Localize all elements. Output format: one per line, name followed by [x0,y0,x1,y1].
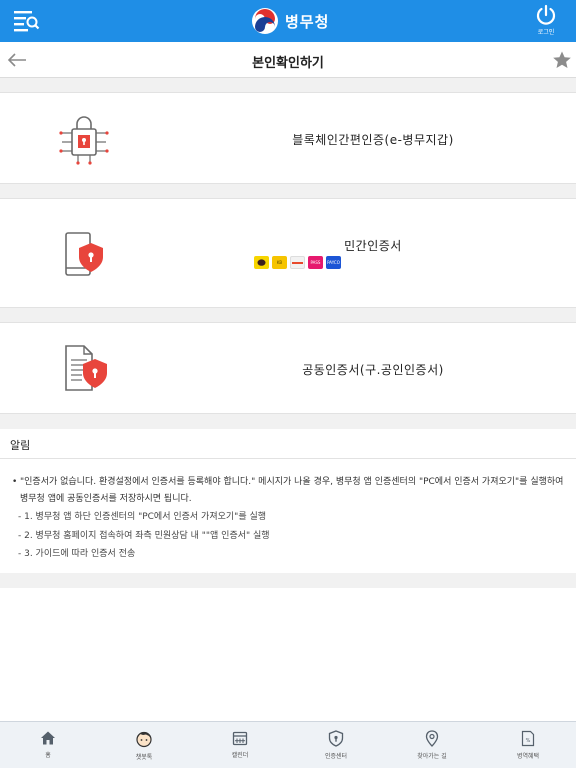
payco-badge-text: PAYCO [327,260,340,265]
mma-logo[interactable]: 병무청 [250,6,329,36]
card-label: 민간인증서 [344,239,402,253]
bottom-tab-bar: 홈 챗봇톡 캘린더 인증센터 찾아가는 길 % 병역혜택 [0,721,576,768]
toss-badge [290,256,305,269]
tab-label: 캘린더 [231,752,249,759]
login-button[interactable]: 로그인 [528,4,564,40]
blockchain-auth-card[interactable]: 블록체인간편인증(e-병무지갑) [0,92,576,184]
tab-home[interactable]: 홈 [0,722,96,768]
notice-header: 알림 [0,429,576,459]
logo-text: 병무청 [285,12,330,31]
blockchain-lock-icon [59,116,109,165]
calendar-icon [232,731,248,746]
page-titlebar: 본인확인하기 [0,42,576,78]
section-gap [0,308,576,322]
kb-badge: KB [272,256,287,269]
benefit-document-icon: % [521,730,535,747]
private-cert-card[interactable]: 민간인증서 KB PASS PAYCO [0,198,576,308]
taegeuk-logo-icon [252,8,278,34]
notice-step: - 2. 병무청 홈페이지 접속하여 좌측 민원상담 내 ""앱 인증서" 실행 [18,531,270,541]
tab-calendar[interactable]: 캘린더 [192,722,288,768]
notice-step: - 3. 가이드에 따라 인증서 전송 [18,549,136,559]
section-gap [0,78,576,92]
notice-title: 알림 [10,439,31,452]
tab-auth-center[interactable]: 인증센터 [288,722,384,768]
kakao-badge [254,256,269,269]
payco-badge: PAYCO [326,256,341,269]
svg-text:%: % [526,738,531,744]
card-label: 공동인증서(구.공인인증서) [302,363,444,377]
private-cert-provider-list: KB PASS PAYCO [254,256,341,269]
card-label: 블록체인간편인증(e-병무지갑) [292,133,454,147]
tab-label: 인증센터 [324,753,348,760]
section-gap [0,414,576,429]
tab-label: 병역혜택 [516,753,540,760]
tab-label: 찾아가는 길 [417,753,447,760]
kakao-chat-icon [257,258,266,266]
notice-message: "인증서가 없습니다. 환경설정에서 인증서를 등록해야 합니다." 메시지가 … [20,477,564,504]
home-icon [41,731,55,745]
menu-search-icon[interactable] [12,9,40,33]
notice-step: - 1. 병무청 앱 하단 인증센터의 "PC에서 인증서 가져오기"를 실행 [18,512,267,522]
tab-label: 챗봇톡 [135,754,153,761]
notice-body: • "인증서가 없습니다. 환경설정에서 인증서를 등록해야 합니다." 메시지… [0,460,576,573]
location-pin-icon [425,730,439,747]
pass-badge: PASS [308,256,323,269]
page-title: 본인확인하기 [252,56,324,71]
section-gap [0,573,576,588]
notice-main-text: • "인증서가 없습니다. 환경설정에서 인증서를 등록해야 합니다." 메시지… [12,474,568,508]
tab-directions[interactable]: 찾아가는 길 [384,722,480,768]
chatbot-icon [136,731,152,748]
kb-badge-text: KB [276,260,283,265]
tab-benefits[interactable]: % 병역혜택 [480,722,576,768]
pass-badge-text: PASS [310,260,321,265]
login-label: 로그인 [537,29,555,36]
notice-bullet: • [12,477,18,487]
tab-label: 홈 [45,752,51,759]
phone-shield-icon [65,232,103,276]
document-shield-icon [65,345,107,391]
tab-chatbot[interactable]: 챗봇톡 [96,722,192,768]
section-gap [0,184,576,198]
toss-logo-icon [292,261,303,264]
power-icon [536,4,556,25]
shield-icon [328,730,344,747]
app-header: 병무청 로그인 [0,0,576,42]
joint-cert-card[interactable]: 공동인증서(구.공인인증서) [0,322,576,414]
star-icon[interactable] [552,50,572,70]
